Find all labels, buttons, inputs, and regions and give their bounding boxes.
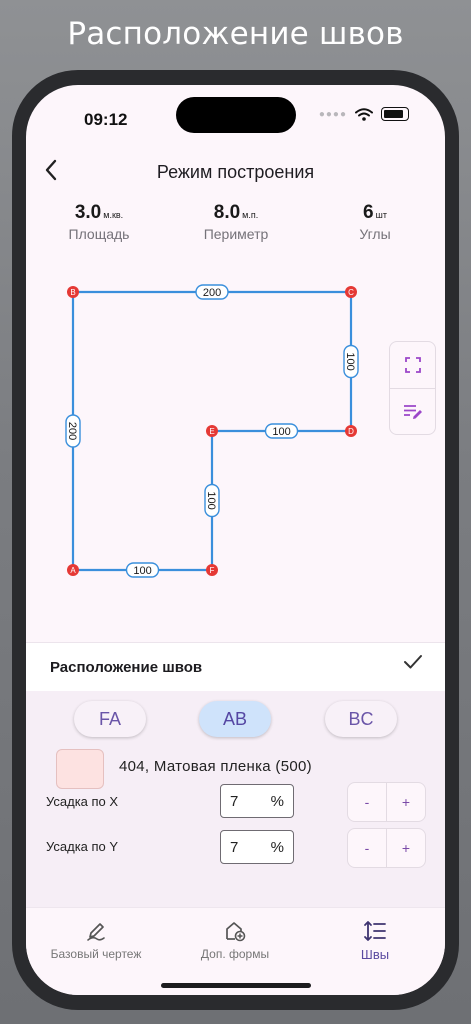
fit-screen-button[interactable]	[390, 342, 435, 388]
segment-length-label[interactable]: 100	[264, 423, 299, 439]
drawing-canvas[interactable]: 200 200 100 100 100 100 A B C D E F	[26, 265, 386, 605]
shrink-y-minus-button[interactable]: -	[348, 829, 386, 867]
chip-ab[interactable]: AB	[199, 701, 271, 737]
app-screen: 09:12 ●●●● Режим построения 3.0 м.кв. Пло…	[26, 85, 445, 995]
edit-list-icon	[403, 405, 422, 419]
segment-length-label[interactable]: 200	[65, 414, 81, 448]
corner-point-b[interactable]: B	[67, 286, 79, 298]
segment-length-label[interactable]: 200	[195, 284, 229, 300]
home-indicator	[161, 983, 311, 988]
shrink-x-unit: %	[270, 793, 284, 810]
status-icons: ●●●●	[319, 107, 409, 121]
svg-text:F: F	[210, 566, 215, 575]
nav-seams[interactable]: Швы	[305, 918, 445, 962]
stat-area-unit: м.кв.	[103, 210, 124, 220]
shrink-y-plus-button[interactable]: +	[386, 829, 425, 867]
nav-base-drawing[interactable]: Базовый чертеж	[26, 918, 166, 961]
signal-dots-icon: ●●●●	[318, 108, 347, 120]
stat-corners-unit: шт	[375, 210, 387, 220]
svg-text:D: D	[348, 427, 354, 436]
check-icon	[404, 655, 422, 669]
seams-panel-header: Расположение швов	[26, 642, 445, 692]
stat-perimeter-label: Периметр	[203, 226, 269, 242]
edit-list-button[interactable]	[390, 388, 435, 435]
svg-text:100: 100	[205, 491, 217, 509]
bottom-nav: Базовый чертеж Доп. формы Швы	[26, 907, 445, 995]
shrink-x-stepper: - +	[347, 782, 426, 822]
segment-length-label[interactable]: 100	[204, 483, 220, 518]
shrink-x-minus-button[interactable]: -	[348, 783, 386, 821]
nav-extra-shapes-label: Доп. формы	[200, 947, 270, 961]
segment-length-label[interactable]: 100	[343, 344, 359, 379]
page-title: Режим построения	[156, 162, 315, 182]
stat-area-label: Площадь	[68, 226, 130, 242]
svg-text:E: E	[209, 427, 214, 436]
seams-panel: FA AB BC 404, Матовая пленка (500) Усадк…	[26, 691, 445, 907]
shrink-y-value: 7	[230, 839, 239, 856]
svg-text:200: 200	[66, 422, 78, 440]
corner-point-f[interactable]: F	[206, 564, 218, 576]
battery-icon	[381, 107, 409, 121]
shrink-x-label: Усадка по X	[46, 794, 119, 809]
stat-perimeter-value: 8.0	[213, 202, 241, 223]
pencil-draw-icon	[87, 923, 105, 941]
stat-corners: 6 шт Углы	[315, 202, 435, 242]
chip-fa[interactable]: FA	[74, 701, 146, 737]
seams-icon	[364, 921, 386, 941]
stat-corners-value: 6	[363, 202, 374, 223]
svg-text:C: C	[348, 288, 354, 297]
stat-area-value: 3.0	[74, 202, 102, 223]
material-name[interactable]: 404, Матовая пленка (500)	[119, 758, 312, 775]
svg-text:100: 100	[272, 426, 290, 438]
svg-text:200: 200	[203, 287, 221, 299]
svg-text:100: 100	[344, 352, 356, 370]
dynamic-island	[176, 97, 296, 133]
stat-corners-label: Углы	[359, 226, 391, 242]
svg-text:B: B	[70, 288, 75, 297]
confirm-button[interactable]	[403, 653, 423, 676]
svg-text:100: 100	[133, 565, 151, 577]
side-toolbar	[389, 341, 436, 435]
wifi-icon	[355, 107, 373, 121]
nav-seams-label: Швы	[360, 947, 390, 962]
svg-text:A: A	[70, 566, 76, 575]
material-color-swatch[interactable]	[56, 749, 104, 789]
nav-base-drawing-label: Базовый чертеж	[50, 947, 142, 961]
corner-point-d[interactable]: D	[345, 425, 357, 437]
shape-add-icon	[226, 922, 246, 942]
fit-screen-icon	[404, 357, 421, 373]
status-time: 09:12	[84, 110, 128, 129]
shrink-y-unit: %	[270, 839, 284, 856]
seams-panel-title: Расположение швов	[50, 659, 203, 676]
corner-point-e[interactable]: E	[206, 425, 218, 437]
stat-perimeter-unit: м.п.	[242, 210, 259, 220]
shrink-y-stepper: - +	[347, 828, 426, 868]
shrink-x-value: 7	[230, 793, 239, 810]
promo-headline: Расположение швов	[67, 16, 404, 52]
segment-length-label[interactable]: 100	[125, 562, 160, 578]
chip-bc[interactable]: BC	[325, 701, 397, 737]
stat-perimeter: 8.0 м.п. Периметр	[176, 202, 296, 242]
corner-point-a[interactable]: A	[67, 564, 79, 576]
shrink-x-plus-button[interactable]: +	[386, 783, 425, 821]
shrink-y-input[interactable]: 7 %	[220, 830, 294, 864]
corner-point-c[interactable]: C	[345, 286, 357, 298]
stat-area: 3.0 м.кв. Площадь	[39, 202, 159, 242]
shrink-y-label: Усадка по Y	[46, 839, 119, 854]
nav-extra-shapes[interactable]: Доп. формы	[165, 918, 305, 961]
shrink-x-input[interactable]: 7 %	[220, 784, 294, 818]
